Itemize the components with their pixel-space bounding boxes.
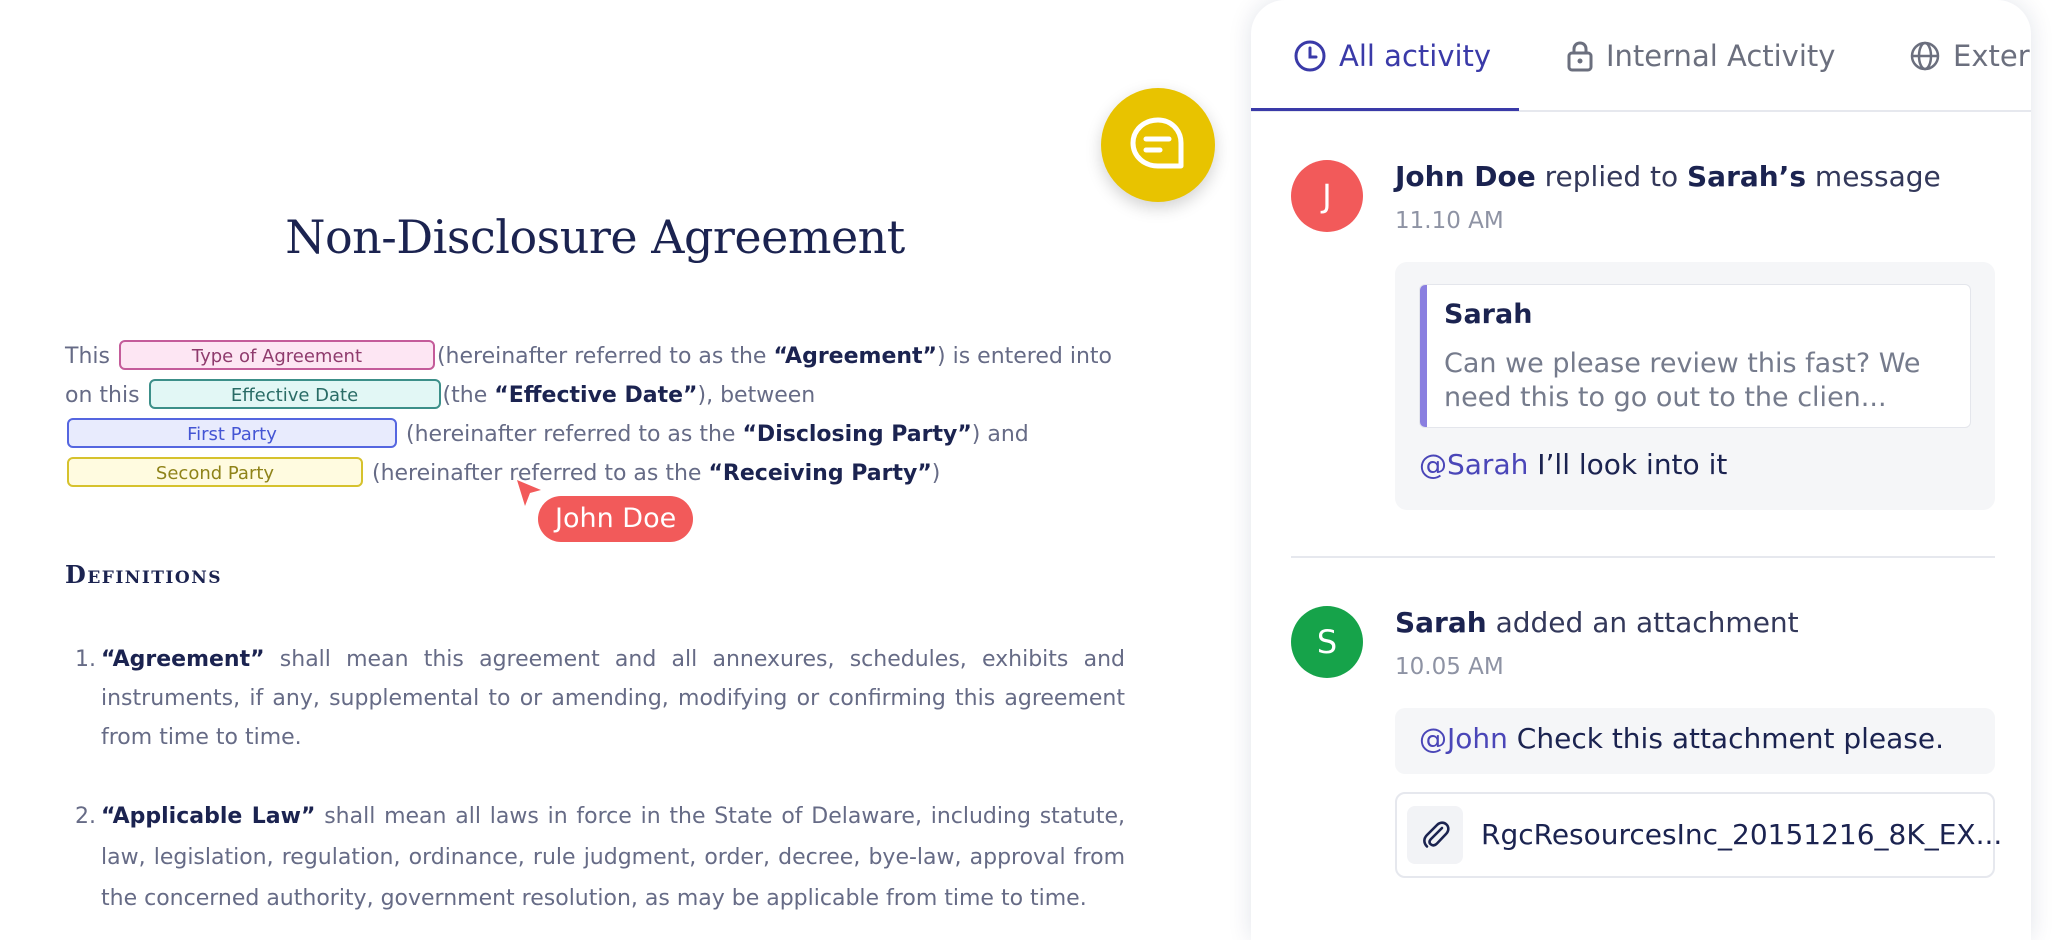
activity-user: John Doe [1395,160,1536,193]
text-fragment: ), between [697,383,816,408]
text-fragment: (the [442,383,495,408]
defined-term: “Disclosing Party” [742,422,972,447]
text-fragment: (hereinafter referred to as the [406,422,743,447]
text-fragment: ) [931,461,941,486]
activity-user: Sarah [1395,606,1487,639]
tab-external-activity[interactable]: External Activity [1909,0,2031,112]
placeholder-type-of-agreement[interactable]: Type of Agreement [118,340,435,370]
activity-text: added an attachment [1486,606,1799,639]
defined-term: “Agreement” [773,344,938,369]
tab-internal-activity[interactable]: Internal Activity [1566,0,1835,112]
tab-label: External Activity [1953,39,2031,73]
comment-text: Check this attachment please. [1507,722,1945,755]
collaborator-name-tag: John Doe [538,496,694,542]
tab-label: Internal Activity [1606,39,1836,73]
definitions-heading: Definitions [65,560,222,589]
quoted-message[interactable]: Sarah Can we please review this fast? We… [1419,284,1971,428]
activity-description: John Doe replied to Sarah’s message [1395,160,1941,193]
activity-divider [1291,556,1995,558]
chat-bubble-icon [1130,117,1184,169]
active-tab-indicator [1251,108,1519,111]
avatar[interactable]: J [1291,160,1363,232]
text-fragment: (hereinafter referred to as the [436,344,774,369]
definition-term: “Agreement” [101,647,265,672]
attachment-filename: RgcResourcesInc_20151216_8K_EX... [1481,818,2003,851]
definition-number: 1. [75,647,96,672]
placeholder-second-party[interactable]: Second Party [67,457,363,487]
definition-term: “Applicable Law” [101,804,316,829]
definition-item: 1. “Agreement” shall mean this agreement… [65,640,1125,757]
activity-description: Sarah added an attachment [1395,606,1799,639]
activity-timestamp: 11.10 AM [1395,208,1504,234]
placeholder-first-party[interactable]: First Party [67,418,397,448]
comment-card: @John Check this attachment please. [1395,708,1995,774]
placeholder-effective-date[interactable]: Effective Date [148,379,441,409]
collaborator-cursor-icon [517,480,541,506]
activity-text: replied to [1535,160,1688,193]
text-fragment: ) and [971,422,1029,447]
globe-icon [1910,41,1940,71]
clock-icon [1294,40,1326,72]
reply-text: I’ll look into it [1528,448,1728,481]
mention-link[interactable]: @Sarah [1419,448,1528,481]
activity-target: Sarah’s [1687,160,1807,193]
document-title: Non-Disclosure Agreement [285,210,905,264]
definition-item: 2. “Applicable Law” shall mean all laws … [65,796,1125,919]
tab-label: All activity [1339,39,1492,73]
avatar[interactable]: S [1291,606,1363,678]
reply-message: @Sarah I’ll look into it [1419,448,1727,481]
comment-message: @John Check this attachment please. [1419,722,1944,755]
defined-term: “Receiving Party” [708,461,932,486]
defined-term: “Effective Date” [494,383,698,408]
quoted-text: Can we please review this fast? We need … [1444,348,1921,413]
attachment-item[interactable]: RgcResourcesInc_20151216_8K_EX... [1395,792,2002,878]
agreement-paragraph: This Type of Agreement (hereinafter refer… [65,337,1125,493]
chat-button[interactable] [1101,88,1215,202]
activity-timestamp: 10.05 AM [1395,654,1504,680]
quote-accent-bar [1420,285,1427,427]
definition-number: 2. [75,804,96,829]
paperclip-icon [1407,806,1463,864]
tab-all-activity[interactable]: All activity [1293,0,1491,112]
reply-card: Sarah Can we please review this fast? We… [1395,262,1995,510]
activity-tabs: All activity Internal Activity External … [1251,0,2031,112]
quoted-author: Sarah [1444,299,1533,330]
text-fragment: This [65,344,110,369]
activity-text: message [1806,160,1941,193]
definitions-heading-text: Definitions [65,560,223,589]
definitions-list: 1. “Agreement” shall mean this agreement… [65,640,1125,919]
lock-icon [1567,41,1593,72]
activity-panel: All activity Internal Activity External … [1251,0,2031,940]
mention-link[interactable]: @John [1419,722,1508,755]
